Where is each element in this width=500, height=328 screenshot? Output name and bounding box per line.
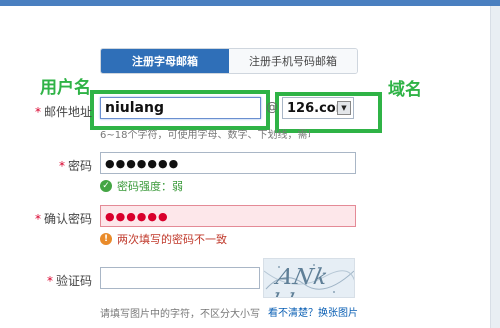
required-mark: * [34, 212, 41, 226]
captcha-image[interactable]: ANk bk [263, 258, 355, 298]
refresh-captcha-link[interactable]: 看不清楚？换张图片 [268, 304, 358, 319]
top-bar [0, 0, 500, 6]
confirm-password-input[interactable]: ●●●●●● [100, 205, 356, 227]
confirm-password-label: * 确认密码 [34, 212, 92, 226]
email-label: * 邮件地址 [34, 105, 92, 119]
at-sign: @ [266, 100, 278, 114]
password-value: ●●●●●●● [105, 156, 180, 170]
captcha-label: * 验证码 [46, 274, 92, 288]
email-username-value: niulang [105, 100, 164, 116]
captcha-text: ANk bk [269, 265, 331, 297]
check-icon: ✓ [100, 180, 112, 192]
annotation-username-label: 用户名 [40, 78, 91, 98]
tab-phone-email[interactable]: 注册手机号码邮箱 [229, 49, 357, 73]
chevron-down-icon[interactable]: ▼ [337, 101, 351, 115]
password-strength: ✓ 密码强度：弱 [100, 178, 183, 194]
password-label: * 密码 [58, 159, 92, 173]
annotation-domain-label: 域名 [388, 80, 422, 100]
confirm-password-value: ●●●●●● [105, 209, 169, 223]
warning-icon: ! [100, 233, 112, 245]
password-input[interactable]: ●●●●●●● [100, 152, 356, 174]
email-hint: 6~18个字符，可使用字母、数字、下划线，需以字母开头 [100, 130, 310, 141]
captcha-input[interactable] [100, 267, 260, 289]
email-username-input[interactable]: niulang [100, 97, 261, 119]
confirm-password-error: ! 两次填写的密码不一致 [100, 231, 227, 247]
required-mark: * [34, 105, 41, 119]
required-mark: * [58, 159, 65, 173]
captcha-hint: 请填写图片中的字符，不区分大小写 [100, 309, 260, 320]
domain-select[interactable]: 126.com ▼ [282, 97, 354, 119]
tab-letter-email[interactable]: 注册字母邮箱 [101, 49, 229, 73]
register-tabs: 注册字母邮箱 注册手机号码邮箱 [100, 48, 358, 74]
scrollbar[interactable] [490, 6, 500, 328]
required-mark: * [46, 274, 53, 288]
